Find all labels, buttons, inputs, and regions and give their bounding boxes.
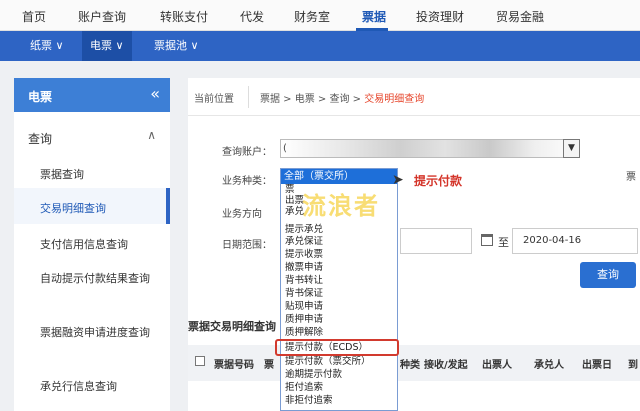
dropdown-option[interactable]: 提示承兑 [285, 224, 323, 235]
select-all-checkbox[interactable] [195, 356, 205, 366]
breadcrumb-path: 票据 > 电票 > 查询 > 交易明细查询 [260, 90, 424, 105]
dropdown-option[interactable]: 背书保证 [285, 288, 323, 299]
sidebar-item-financing-progress[interactable]: 票据融资申请进度查询 [40, 324, 164, 341]
dropdown-option[interactable]: 承兑保证 [285, 236, 323, 247]
dropdown-option[interactable]: 提示付款（票交所） [285, 356, 371, 367]
dropdown-option[interactable]: 背书转让 [285, 275, 323, 286]
dropdown-option[interactable]: 非拒付追索 [285, 395, 333, 406]
dropdown-option[interactable]: 提示收票 [285, 249, 323, 260]
collapse-icon[interactable]: « [150, 84, 160, 103]
sidebar-item-transaction-detail[interactable]: 交易明细查询 [40, 200, 164, 217]
table-title: 票据交易明细查询 [188, 320, 276, 333]
nav-bills[interactable]: 票据 [362, 8, 386, 25]
col-bill: 票 [264, 360, 274, 371]
sidebar-header: 电票 « [14, 78, 170, 112]
nav-investment[interactable]: 投资理财 [416, 8, 464, 25]
account-label: 查询账户： [222, 147, 272, 158]
start-date-input[interactable] [400, 228, 472, 254]
sidebar-group-query[interactable]: 查询 [28, 130, 52, 147]
dropdown-option[interactable]: 拒付追索 [285, 382, 323, 393]
col-type: 种类 [400, 360, 420, 371]
end-date-input[interactable]: 2020-04-16 [512, 228, 638, 254]
dropdown-selected-option[interactable]: 全部（票交所） [281, 169, 397, 184]
col-issue-date: 出票日 [582, 360, 612, 371]
sidebar-title: 电票 [28, 90, 53, 104]
date-to-label: 至 [498, 236, 509, 249]
nav-payroll[interactable]: 代发 [240, 8, 264, 25]
dropdown-option[interactable]: 票 [285, 184, 295, 195]
col-bill-number: 票据号码 [214, 360, 254, 371]
breadcrumb-path-text: 票据 > 电票 > 查询 > [260, 94, 365, 105]
breadcrumb-position-label: 当前位置 [194, 94, 234, 105]
account-prefix: ( [283, 143, 287, 154]
sidebar-item-auto-payment-result[interactable]: 自动提示付款结果查询 [40, 270, 164, 287]
sidebar-item-bill-query[interactable]: 票据查询 [40, 166, 164, 183]
sidebar-item-credit-info[interactable]: 支付信用信息查询 [40, 236, 164, 253]
col-acceptor: 承兑人 [534, 360, 564, 371]
query-button[interactable]: 查询 [580, 262, 636, 288]
business-type-label: 业务种类： [222, 176, 272, 187]
nav-trade-finance[interactable]: 贸易金融 [496, 8, 544, 25]
calendar-icon[interactable] [481, 234, 493, 246]
subnav-electronic-bill[interactable]: 电票 ∨ [82, 31, 132, 61]
account-select[interactable] [280, 139, 580, 158]
sub-nav: 纸票 ∨ 电票 ∨ 票据池 ∨ [0, 31, 640, 61]
dropdown-option[interactable]: 逾期提示付款 [285, 369, 342, 380]
watermark: 流浪者 [302, 192, 380, 220]
breadcrumb-current: 交易明细查询 [364, 94, 425, 105]
col-drawer: 出票人 [482, 360, 512, 371]
breadcrumb-divider [248, 86, 249, 108]
highlight-box [275, 339, 399, 356]
dropdown-option[interactable]: 贴现申请 [285, 301, 323, 312]
right-cut-label: 票 [626, 172, 636, 183]
dropdown-option[interactable]: 质押申请 [285, 314, 323, 325]
col-receive-initiate: 接收/发起 [424, 360, 468, 371]
nav-home[interactable]: 首页 [22, 8, 46, 25]
nav-transfer-payment[interactable]: 转账支付 [160, 8, 208, 25]
dropdown-option[interactable]: 质押解除 [285, 327, 323, 338]
mouse-cursor-icon: ➤ [392, 172, 404, 188]
breadcrumb: 当前位置 票据 > 电票 > 查询 > 交易明细查询 [188, 78, 640, 116]
nav-account-query[interactable]: 账户查询 [78, 8, 126, 25]
business-type-hint: 提示付款 [414, 174, 463, 188]
chevron-up-icon[interactable]: ∧ [147, 128, 156, 142]
sidebar: 电票 « 查询 ∧ 票据查询 交易明细查询 支付信用信息查询 自动提示付款结果查… [14, 78, 170, 411]
date-range-label: 日期范围： [222, 240, 272, 251]
sidebar-active-indicator [166, 188, 170, 224]
sidebar-item-acceptor-info[interactable]: 承兑行信息查询 [40, 378, 164, 395]
subnav-bill-pool[interactable]: 票据池 ∨ [146, 31, 207, 61]
chevron-down-icon[interactable]: ▼ [563, 139, 580, 158]
dropdown-option[interactable]: 撤票申请 [285, 262, 323, 273]
subnav-paper-bill[interactable]: 纸票 ∨ [22, 31, 72, 61]
col-due: 到 [628, 360, 638, 371]
top-nav: 首页 账户查询 转账支付 代发 财务室 票据 投资理财 贸易金融 [0, 0, 640, 31]
business-direction-label: 业务方向 [222, 209, 262, 220]
nav-finance-room[interactable]: 财务室 [294, 8, 330, 25]
